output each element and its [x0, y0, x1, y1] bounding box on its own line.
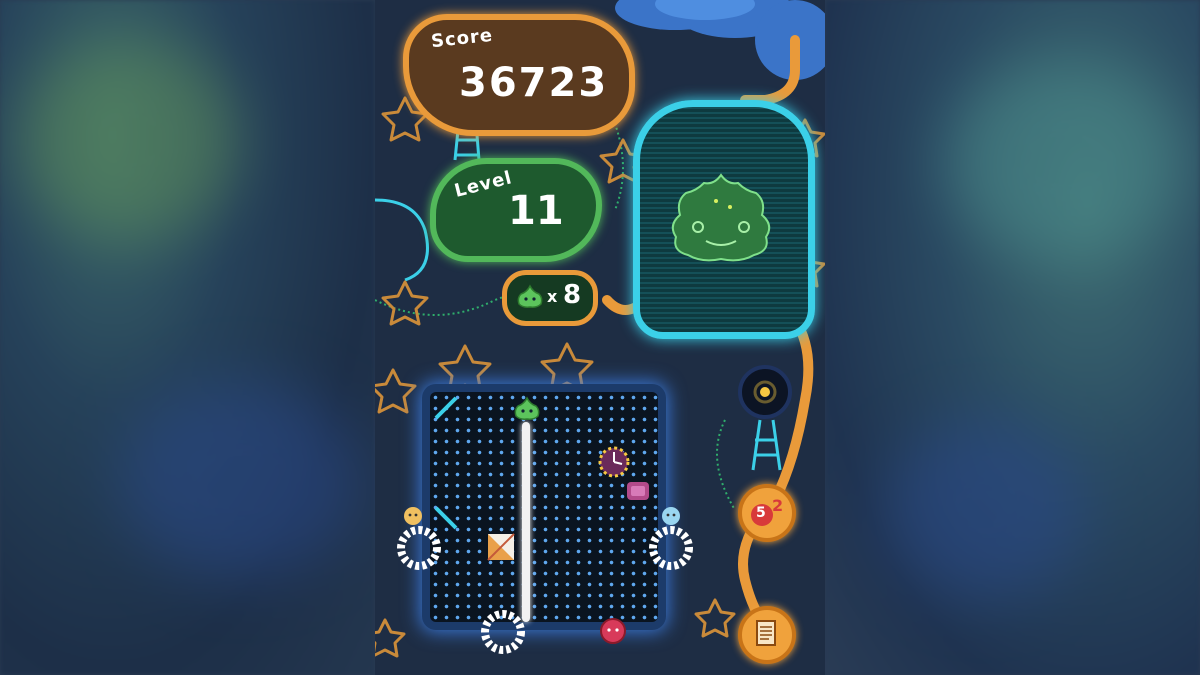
pink-block-icon[interactable]	[624, 476, 652, 504]
blurred-background-left	[0, 0, 375, 675]
ring-emitter-bottom[interactable]	[475, 604, 531, 660]
bonus-count: 5	[756, 505, 766, 521]
level-value: 11	[508, 188, 564, 234]
green-slime-boss-icon	[671, 173, 771, 262]
specimen-jar	[633, 100, 815, 339]
ring-emitter-left[interactable]	[391, 520, 447, 576]
clock-target-icon[interactable]	[596, 444, 632, 480]
ring-emitter-right[interactable]	[643, 520, 699, 576]
score-value: 36723	[459, 60, 609, 106]
red-slime-icon[interactable]	[598, 616, 628, 646]
yellow-creature-icon[interactable]	[401, 504, 425, 528]
score-label: Score	[430, 24, 495, 53]
dark-orb-icon[interactable]	[737, 364, 793, 420]
red-bomb-icon	[751, 504, 773, 526]
player-slime-icon[interactable]	[514, 396, 540, 422]
lives-counter: x 8	[502, 270, 598, 326]
document-icon	[756, 620, 776, 646]
mirror-icon[interactable]	[434, 396, 458, 420]
lives-multiplier: x	[547, 287, 558, 306]
lives-value: 8	[563, 280, 582, 310]
bonus-sub: 2	[772, 496, 784, 515]
puzzle-board[interactable]	[430, 392, 658, 644]
bomb-bonus-button[interactable]: 5 2	[738, 484, 796, 542]
light-beam	[522, 422, 530, 622]
game-screen: Score 36723 Level 11 x 8 5 2	[375, 0, 825, 675]
prism-block-icon[interactable]	[486, 532, 516, 562]
menu-button[interactable]	[738, 606, 796, 664]
blurred-background-right	[825, 0, 1200, 675]
level-panel: Level 11	[430, 158, 602, 262]
blue-creature-icon[interactable]	[659, 504, 683, 528]
green-slime-icon	[517, 284, 543, 308]
score-panel: Score 36723	[403, 14, 635, 136]
level-label: Level	[452, 167, 515, 202]
